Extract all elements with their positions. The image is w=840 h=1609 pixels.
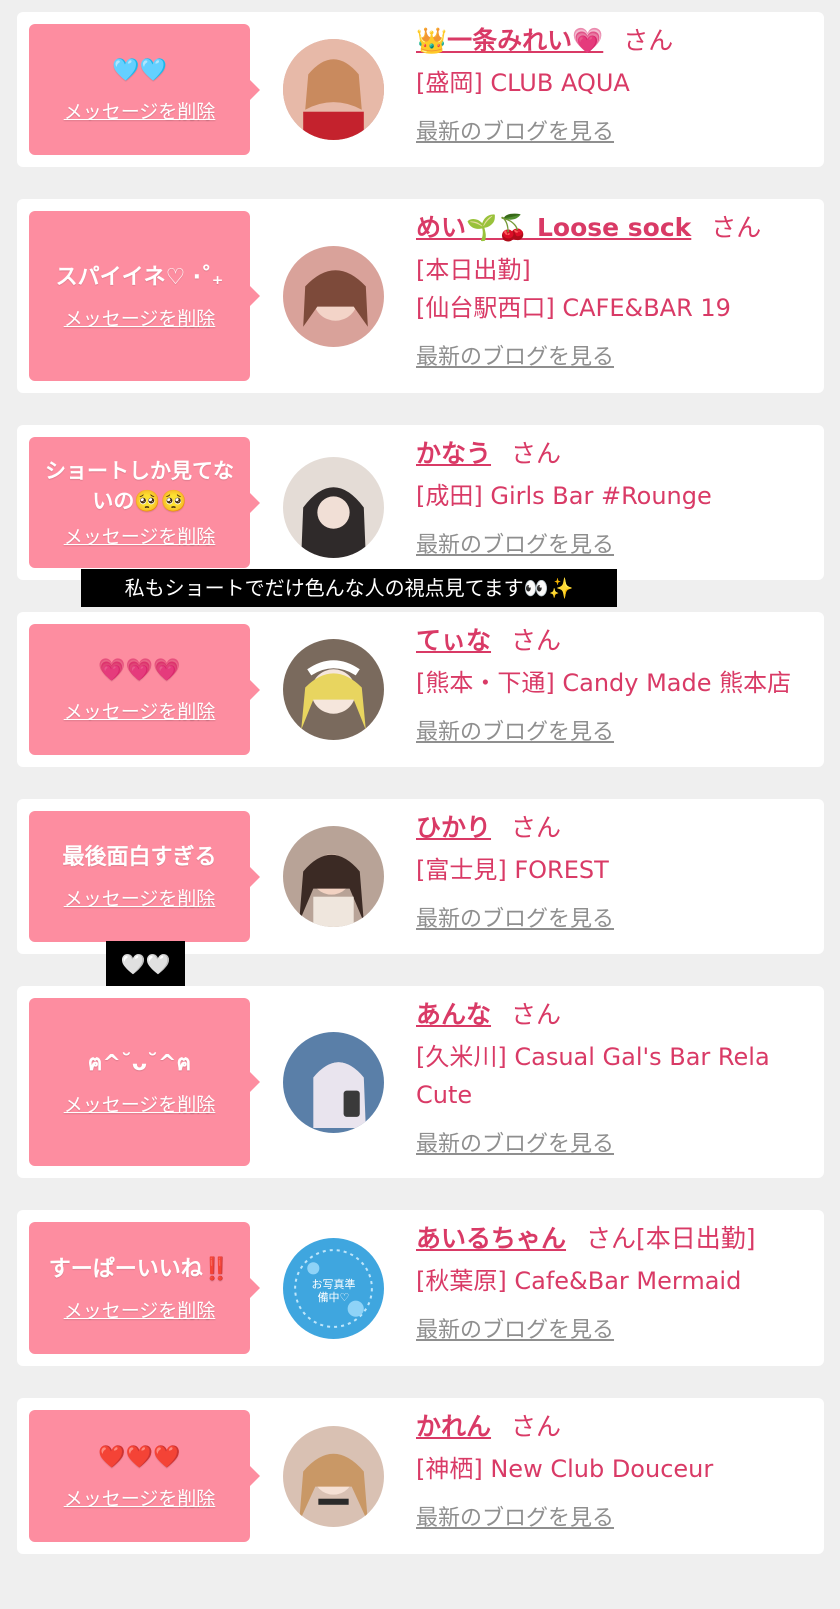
delete-message-link[interactable]: メッセージを削除 (64, 1296, 216, 1323)
avatar[interactable] (283, 246, 384, 347)
latest-blog-link[interactable]: 最新のブログを見る (416, 527, 614, 559)
cast-name-link[interactable]: あんな (416, 1000, 491, 1029)
message-bubble: 最後面白すぎる メッセージを削除 (29, 811, 260, 942)
message-card: すーぱーいいね‼️ メッセージを削除 お写真準備中♡ あいるちゃん さん[本日出勤… (17, 1210, 824, 1366)
message-text: 最後面白すぎる (62, 845, 217, 870)
message-bubble: ❤️❤️❤️ メッセージを削除 (29, 1410, 260, 1542)
message-bubble: すーぱーいいね‼️ メッセージを削除 (29, 1222, 260, 1354)
profile-info: めい🌱🍒 Loose sock さん [本日出勤] [仙台駅西口] CAFE&BA… (416, 211, 814, 371)
video-caption: 🤍🤍 (106, 941, 185, 987)
message-card: スパイイネ♡ ‧˚₊ メッセージを削除 めい🌱🍒 Loose sock さん [本… (17, 199, 824, 393)
delete-message-link[interactable]: メッセージを削除 (64, 97, 216, 124)
video-caption: 私もショートでだけ色んな人の視点見てます👀✨ (81, 569, 617, 607)
message-bubble: ฅ^˘ᴗ˘^ฅ メッセージを削除 (29, 998, 260, 1166)
avatar[interactable] (283, 1426, 384, 1527)
message-text: すーぱーいいね‼️ (48, 1256, 231, 1282)
latest-blog-link[interactable]: 最新のブログを見る (416, 114, 614, 146)
avatar[interactable] (283, 826, 384, 927)
shop-line: [富士見] FOREST (416, 856, 609, 884)
message-card: ❤️❤️❤️ メッセージを削除 かれん さん [神栖] New Club Douc… (17, 1398, 824, 1554)
message-card: 🩵🩵 メッセージを削除 👑一条みれい💗 さん [盛岡] CLUB AQUA 最新の… (17, 12, 824, 167)
latest-blog-link[interactable]: 最新のブログを見る (416, 901, 614, 933)
message-text: ฅ^˘ᴗ˘^ฅ (87, 1050, 192, 1076)
shop-line: [成田] Girls Bar #Rounge (416, 482, 712, 510)
avatar[interactable] (283, 39, 384, 140)
profile-info: 👑一条みれい💗 さん [盛岡] CLUB AQUA 最新のブログを見る (416, 24, 814, 146)
cast-name-link[interactable]: あいるちゃん (416, 1224, 566, 1253)
honorific: さん (511, 1412, 562, 1441)
honorific: さん (511, 439, 562, 468)
honorific: さん (511, 813, 562, 842)
profile-info: かなう さん [成田] Girls Bar #Rounge 最新のブログを見る (416, 437, 814, 559)
honorific: さん[本日出勤] (586, 1224, 756, 1253)
cast-name-link[interactable]: ひかり (416, 813, 491, 842)
shop-line: [秋葉原] Cafe&Bar Mermaid (416, 1267, 742, 1295)
honorific: さん (511, 1000, 562, 1029)
shop-line-continued: Cute (416, 1081, 473, 1109)
page: { "delete_label": "メッセージを削除", "blog_labe… (0, 0, 840, 1609)
avatar[interactable] (283, 639, 384, 740)
honorific: さん (711, 213, 762, 242)
avatar[interactable] (283, 457, 384, 558)
latest-blog-link[interactable]: 最新のブログを見る (416, 714, 614, 746)
honorific: さん (511, 626, 562, 655)
message-card: ฅ^˘ᴗ˘^ฅ メッセージを削除 あんな さん [久米川] Casual Gal'… (17, 986, 824, 1178)
shop-line: [仙台駅西口] CAFE&BAR 19 (416, 294, 731, 322)
profile-info: ひかり さん [富士見] FOREST 最新のブログを見る (416, 811, 814, 933)
latest-blog-link[interactable]: 最新のブログを見る (416, 1312, 614, 1344)
shop-line: [熊本・下通] Candy Made 熊本店 (416, 669, 792, 697)
avatar-placeholder-text: お写真準備中♡ (311, 1278, 356, 1304)
cast-name-link[interactable]: てぃな (416, 626, 491, 655)
message-text: 🩵🩵 (112, 58, 167, 83)
delete-message-link[interactable]: メッセージを削除 (64, 304, 216, 331)
attendance-line: [本日出勤] (416, 256, 531, 284)
shop-line: [神栖] New Club Douceur (416, 1455, 714, 1483)
profile-info: あいるちゃん さん[本日出勤] [秋葉原] Cafe&Bar Mermaid 最新… (416, 1222, 814, 1344)
shop-line: [盛岡] CLUB AQUA (416, 69, 630, 97)
message-bubble: 🩵🩵 メッセージを削除 (29, 24, 260, 155)
honorific: さん (623, 26, 674, 55)
message-text: スパイイネ♡ ‧˚₊ (55, 264, 224, 290)
profile-info: かれん さん [神栖] New Club Douceur 最新のブログを見る (416, 1410, 814, 1532)
delete-message-link[interactable]: メッセージを削除 (64, 697, 216, 724)
latest-blog-link[interactable]: 最新のブログを見る (416, 1126, 614, 1158)
profile-info: あんな さん [久米川] Casual Gal's Bar Rela Cute 最… (416, 998, 814, 1158)
delete-message-link[interactable]: メッセージを削除 (64, 522, 216, 549)
message-text: ❤️❤️❤️ (98, 1444, 181, 1470)
message-card: 💗💗💗 メッセージを削除 てぃな さん [熊本・下通] Candy Made 熊本… (17, 612, 824, 767)
cast-name-link[interactable]: かなう (416, 439, 491, 468)
cast-name-link[interactable]: 👑一条みれい💗 (416, 26, 603, 55)
delete-message-link[interactable]: メッセージを削除 (64, 1484, 216, 1511)
latest-blog-link[interactable]: 最新のブログを見る (416, 1500, 614, 1532)
delete-message-link[interactable]: メッセージを削除 (64, 884, 216, 911)
delete-message-link[interactable]: メッセージを削除 (64, 1090, 216, 1117)
cast-name-link[interactable]: かれん (416, 1412, 491, 1441)
message-card: 最後面白すぎる メッセージを削除 ひかり さん [富士見] FOREST 最新のブ… (17, 799, 824, 954)
message-card: ショートしか見てないの🥺🥺 メッセージを削除 かなう さん [成田] Girls … (17, 425, 824, 580)
message-text: 💗💗💗 (98, 658, 181, 683)
latest-blog-link[interactable]: 最新のブログを見る (416, 339, 614, 371)
message-text: ショートしか見てないの🥺🥺 (45, 459, 234, 513)
avatar[interactable] (283, 1032, 384, 1133)
avatar[interactable]: お写真準備中♡ (283, 1238, 384, 1339)
message-bubble: ショートしか見てないの🥺🥺 メッセージを削除 (29, 437, 260, 568)
message-bubble: スパイイネ♡ ‧˚₊ メッセージを削除 (29, 211, 260, 381)
shop-line: [久米川] Casual Gal's Bar Rela (416, 1043, 770, 1071)
profile-info: てぃな さん [熊本・下通] Candy Made 熊本店 最新のブログを見る (416, 624, 814, 746)
cast-name-link[interactable]: めい🌱🍒 Loose sock (416, 213, 691, 242)
message-bubble: 💗💗💗 メッセージを削除 (29, 624, 260, 755)
